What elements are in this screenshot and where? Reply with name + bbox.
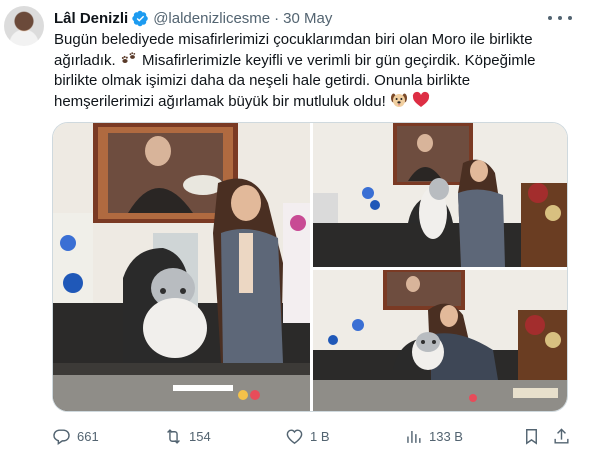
tweet-date[interactable]: 30 May [283, 10, 332, 27]
verified-badge-icon [132, 10, 148, 26]
tweet[interactable]: Lâl Denizli @laldenizlicesme · 30 May Bu… [0, 0, 590, 454]
tweet-text-line: hemşerilerimizi ağırlamak büyük bir mutl… [54, 91, 574, 112]
photo-grid[interactable] [52, 122, 568, 412]
author-handle[interactable]: @laldenizlicesme [153, 10, 270, 27]
reply-icon [53, 428, 70, 445]
photo-office-with-dog[interactable] [313, 123, 567, 267]
bookmark-icon [526, 428, 537, 445]
tweet-text-segment: ağırladık. [54, 52, 116, 69]
views-icon [407, 430, 421, 443]
reply-count: 661 [77, 428, 99, 444]
photo-office-main[interactable] [53, 123, 310, 411]
like-count: 1 B [310, 428, 330, 444]
tweet-text-line: birlikte olmak işimizi daha da neşeli ha… [54, 72, 471, 89]
bookmark-button[interactable] [522, 424, 547, 448]
views-button[interactable]: 133 B [404, 424, 463, 448]
tweet-text-line: ağırladık. Misafirlerimizle keyifli ve v… [54, 50, 574, 71]
photo-hugging-dog[interactable] [313, 270, 567, 411]
like-icon [286, 428, 303, 444]
repost-button[interactable]: 154 [164, 424, 211, 448]
like-button[interactable]: 1 B [285, 424, 330, 448]
reply-button[interactable]: 661 [52, 424, 99, 448]
tweet-text-segment: hemşerilerimizi ağırlamak büyük bir mutl… [54, 93, 386, 110]
more-icon[interactable] [548, 10, 572, 26]
share-icon [554, 427, 569, 444]
share-button[interactable] [552, 424, 577, 448]
red-heart-icon [413, 91, 430, 107]
repost-count: 154 [189, 428, 211, 444]
tweet-text-line: Bugün belediyede misafirlerimizi çocukla… [54, 31, 533, 48]
dog-face-icon [390, 93, 407, 107]
header-separator: · [274, 9, 280, 27]
tweet-text-segment: Misafirlerimizle keyifli ve verimli bir … [142, 52, 536, 69]
tweet-header: Lâl Denizli @laldenizlicesme · 30 May [54, 8, 332, 28]
paw-prints-icon [121, 52, 136, 63]
repost-icon [167, 428, 180, 444]
tweet-text: Bugün belediyede misafirlerimizi çocukla… [54, 30, 574, 112]
author-name[interactable]: Lâl Denizli [54, 10, 128, 27]
action-bar: 661 154 1 B 133 B [52, 424, 572, 448]
views-count: 133 B [429, 428, 463, 444]
avatar[interactable] [4, 6, 44, 46]
